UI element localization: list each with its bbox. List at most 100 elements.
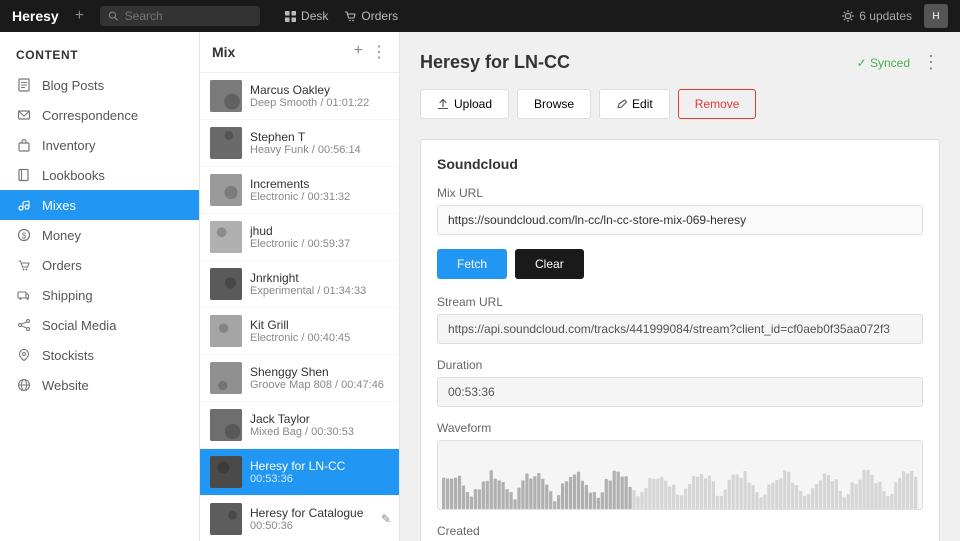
mix-thumb <box>210 127 242 159</box>
mix-panel-title: Mix <box>212 44 235 60</box>
top-nav: Desk Orders <box>284 9 398 23</box>
mix-item-info: jhudElectronic / 00:59:37 <box>250 224 389 250</box>
stockists-icon <box>16 347 32 363</box>
mix-item-name: Jack Taylor <box>250 412 389 426</box>
sidebar-label-correspondence: Correspondence <box>42 108 138 123</box>
sidebar-label-stockists: Stockists <box>42 348 94 363</box>
avatar[interactable]: H <box>924 4 948 28</box>
website-icon <box>16 377 32 393</box>
sidebar-label-blog-posts: Blog Posts <box>42 78 104 93</box>
sidebar-item-correspondence[interactable]: Correspondence <box>0 100 199 130</box>
sidebar-label-lookbooks: Lookbooks <box>42 168 105 183</box>
clear-button[interactable]: Clear <box>515 249 584 279</box>
upload-button[interactable]: Upload <box>420 89 509 119</box>
sidebar-label-website: Website <box>42 378 89 393</box>
mix-url-label: Mix URL <box>437 186 923 200</box>
sidebar-item-orders[interactable]: Orders <box>0 250 199 280</box>
mix-url-field: Mix URL <box>437 186 923 235</box>
mix-thumb <box>210 362 242 394</box>
svg-text:$: $ <box>22 232 27 241</box>
sidebar-item-stockists[interactable]: Stockists <box>0 340 199 370</box>
mix-item-info: Kit GrillElectronic / 00:40:45 <box>250 318 389 344</box>
main-layout: Content Blog Posts Correspondence Invent… <box>0 32 960 541</box>
mix-item-sub: Heavy Funk / 00:56:14 <box>250 144 389 156</box>
sidebar-label-shipping: Shipping <box>42 288 93 303</box>
mix-menu-button[interactable]: ⋮ <box>371 42 387 62</box>
mix-item-name: Heresy for LN-CC <box>250 459 389 473</box>
mix-item-name: Increments <box>250 177 389 191</box>
mixes-icon <box>16 197 32 213</box>
mix-list-item[interactable]: Kit GrillElectronic / 00:40:45 <box>200 308 399 355</box>
mix-item-sub: Electronic / 00:40:45 <box>250 332 389 344</box>
sidebar-item-lookbooks[interactable]: Lookbooks <box>0 160 199 190</box>
sidebar-label-inventory: Inventory <box>42 138 95 153</box>
edit-icon <box>616 99 627 110</box>
mix-item-edit-icon[interactable]: ✎ <box>381 512 391 526</box>
sidebar-item-blog-posts[interactable]: Blog Posts <box>0 70 199 100</box>
fetch-button[interactable]: Fetch <box>437 249 507 279</box>
mix-item-info: JnrknightExperimental / 01:34:33 <box>250 271 389 297</box>
mix-thumb <box>210 409 242 441</box>
stream-url-input <box>437 314 923 344</box>
search-input[interactable] <box>125 9 252 23</box>
sidebar: Content Blog Posts Correspondence Invent… <box>0 32 200 541</box>
search-bar <box>100 6 260 26</box>
orders-label: Orders <box>361 9 398 23</box>
created-label: Created <box>437 524 923 538</box>
mix-list-item[interactable]: Shenggy ShenGroove Map 808 / 00:47:46 <box>200 355 399 402</box>
remove-button[interactable]: Remove <box>678 89 757 119</box>
waveform-label: Waveform <box>437 421 923 435</box>
mix-list-item[interactable]: Jack TaylorMixed Bag / 00:30:53 <box>200 402 399 449</box>
orders-icon <box>16 257 32 273</box>
social-media-icon <box>16 317 32 333</box>
mix-item-info: Stephen THeavy Funk / 00:56:14 <box>250 130 389 156</box>
mix-item-sub: Experimental / 01:34:33 <box>250 285 389 297</box>
edit-button[interactable]: Edit <box>599 89 670 119</box>
mix-add-button[interactable]: + <box>354 42 363 62</box>
sidebar-item-mixes[interactable]: Mixes <box>0 190 199 220</box>
mix-thumb <box>210 174 242 206</box>
mix-list-item[interactable]: Heresy for Catalogue00:50:36✎ <box>200 496 399 541</box>
sidebar-item-shipping[interactable]: Shipping <box>0 280 199 310</box>
mix-item-info: Marcus OakleyDeep Smooth / 01:01:22 <box>250 83 389 109</box>
mix-item-sub: Deep Smooth / 01:01:22 <box>250 97 389 109</box>
mix-thumb <box>210 268 242 300</box>
mix-list-item[interactable]: JnrknightExperimental / 01:34:33 <box>200 261 399 308</box>
sidebar-item-social-media[interactable]: Social Media <box>0 310 199 340</box>
waveform-svg <box>442 449 918 509</box>
mix-list-item[interactable]: jhudElectronic / 00:59:37 <box>200 214 399 261</box>
mix-list-item[interactable]: Marcus OakleyDeep Smooth / 01:01:22 <box>200 73 399 120</box>
soundcloud-card: Soundcloud Mix URL Fetch Clear Stream UR… <box>420 139 940 541</box>
mix-list-item[interactable]: Stephen THeavy Funk / 00:56:14 <box>200 120 399 167</box>
mix-url-input[interactable] <box>437 205 923 235</box>
detail-menu-button[interactable]: ⋮ <box>922 52 940 73</box>
mix-item-name: Marcus Oakley <box>250 83 389 97</box>
nav-orders[interactable]: Orders <box>344 9 398 23</box>
mix-list-item[interactable]: Heresy for LN-CC00:53:36 <box>200 449 399 496</box>
browse-button[interactable]: Browse <box>517 89 591 119</box>
mix-panel-header: Mix + ⋮ <box>200 32 399 73</box>
waveform-field: Waveform <box>437 421 923 510</box>
inventory-icon <box>16 137 32 153</box>
stream-url-field: Stream URL <box>437 295 923 344</box>
duration-input <box>437 377 923 407</box>
sidebar-item-inventory[interactable]: Inventory <box>0 130 199 160</box>
sidebar-item-money[interactable]: $ Money <box>0 220 199 250</box>
nav-desk[interactable]: Desk <box>284 9 328 23</box>
mix-thumb <box>210 221 242 253</box>
lookbooks-icon <box>16 167 32 183</box>
mix-item-name: jhud <box>250 224 389 238</box>
new-tab-button[interactable]: + <box>75 7 84 25</box>
waveform-display <box>437 440 923 510</box>
mix-list-item[interactable]: IncrementsElectronic / 00:31:32 <box>200 167 399 214</box>
mix-item-info: Heresy for Catalogue00:50:36 <box>250 506 389 532</box>
stream-url-label: Stream URL <box>437 295 923 309</box>
mix-item-sub: 00:50:36 <box>250 520 389 532</box>
sidebar-item-website[interactable]: Website <box>0 370 199 400</box>
mix-item-name: Heresy for Catalogue <box>250 506 389 520</box>
updates-indicator[interactable]: 6 updates <box>841 9 912 23</box>
sidebar-label-social-media: Social Media <box>42 318 116 333</box>
soundcloud-title: Soundcloud <box>437 156 923 172</box>
mix-item-sub: 00:53:36 <box>250 473 389 485</box>
mix-item-name: Stephen T <box>250 130 389 144</box>
